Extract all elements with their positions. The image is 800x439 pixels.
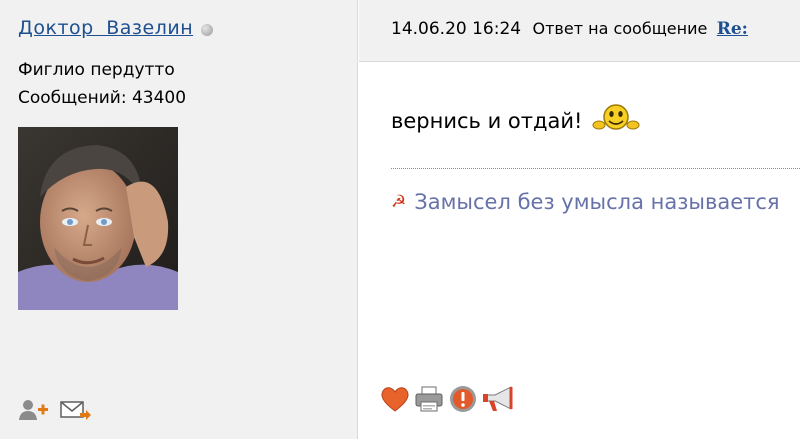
user-title: Фиглио пердутто	[18, 60, 175, 80]
heart-icon[interactable]	[379, 383, 411, 419]
message-body: вернись и отдай!	[391, 103, 640, 139]
hammer-sickle-icon: ☭	[391, 192, 407, 212]
message-text: вернись и отдай!	[391, 109, 583, 133]
avatar[interactable]	[18, 127, 178, 310]
post-actions	[379, 383, 519, 419]
reply-link[interactable]: Re:	[717, 19, 748, 39]
author-name-link[interactable]: Доктор Вазелин	[18, 17, 193, 39]
post-date: 14.06.20 16:24	[391, 19, 522, 39]
post-count: Сообщений: 43400	[18, 88, 187, 108]
post-meta: 14.06.20 16:24 Ответ на сообщение Re:	[391, 19, 748, 39]
printer-icon[interactable]	[413, 383, 445, 419]
waving-smiley-icon	[592, 103, 640, 139]
author-row: Доктор Вазелин	[18, 17, 214, 39]
sidebar-actions	[18, 398, 92, 426]
send-message-icon[interactable]	[60, 398, 92, 426]
warning-icon[interactable]	[447, 383, 479, 419]
offline-status-icon	[201, 23, 214, 36]
signature-divider	[391, 168, 800, 169]
signature-text: Замысел без умысла называется	[414, 190, 780, 214]
author-sidebar: Доктор Вазелин Фиглио пердутто Сообщений…	[0, 0, 358, 439]
megaphone-icon[interactable]	[481, 383, 519, 419]
post-header: 14.06.20 16:24 Ответ на сообщение Re:	[359, 0, 800, 62]
signature: ☭ Замысел без умысла называется	[391, 190, 780, 214]
add-friend-icon[interactable]	[18, 398, 50, 426]
reply-label: Ответ на сообщение	[532, 19, 708, 38]
